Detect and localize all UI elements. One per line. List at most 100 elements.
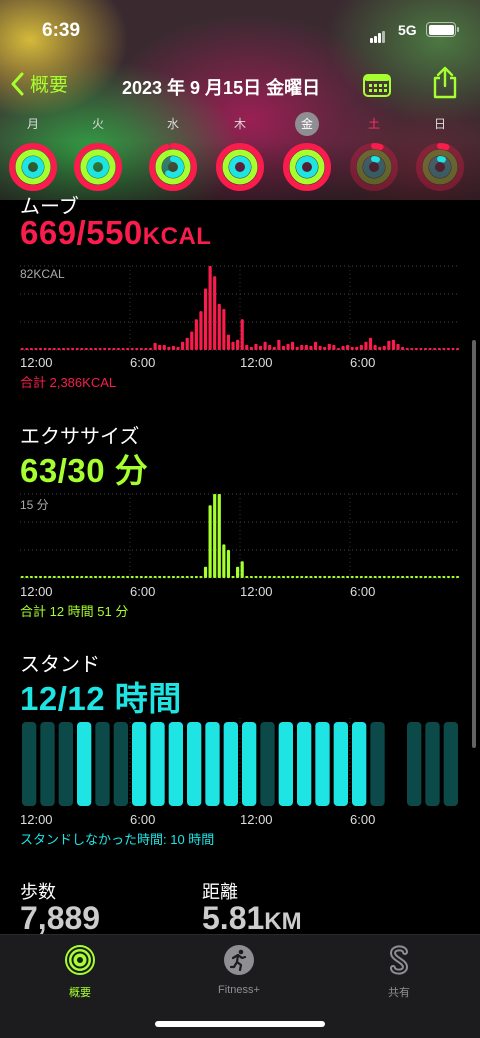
move-x-label: 6:00 [350,355,376,370]
chart-bar [258,345,263,350]
stand-x-label: 12:00 [240,812,273,827]
stand-hour-bar [77,722,92,806]
ring-arc [22,156,44,178]
chart-bar [130,576,134,578]
chart-bar [98,576,102,578]
chart-bar [291,576,295,578]
chart-bar [318,576,322,578]
exercise-value: 63/30 分 [20,444,148,492]
stand-value: 12/12 時間 [20,680,182,717]
day-sun[interactable]: 日 [410,112,470,192]
chart-bar [437,576,441,578]
chart-bar [304,344,308,350]
chart-bar [121,576,125,578]
back-button[interactable]: 概要 [10,70,68,97]
stand-hour-bar [223,722,238,806]
chart-bar [185,337,189,350]
week-selector: 月 火 水 木 金 土 日 [0,112,480,202]
chart-bar [20,347,24,350]
move-unit: KCAL [142,223,212,250]
chart-bar [158,344,162,350]
tab-fitness-plus[interactable]: Fitness+ [189,943,289,996]
chart-bar [327,576,331,578]
chart-bar [89,347,93,350]
day-fri[interactable]: 金 [277,112,337,192]
stand-hour-bar [187,722,202,806]
chart-bar [313,341,318,350]
chart-bar [213,494,217,578]
calendar-button[interactable] [362,72,392,103]
home-indicator[interactable] [155,1021,325,1027]
chart-bar [153,342,157,350]
chart-bar [336,576,341,578]
chart-bar [405,347,409,350]
chart-bar [231,341,235,350]
exercise-value-number: 63/30 [20,452,106,489]
day-tue[interactable]: 火 [68,112,128,192]
stand-note: スタンドしなかった時間: 10 時間 [20,832,215,847]
chart-bar [48,347,52,350]
stand-hour-bar-empty [443,722,458,806]
chart-bar [423,347,428,350]
chart-bar [355,576,359,578]
stand-hour-bar-empty [425,722,440,806]
chart-bar [359,576,363,578]
chart-bar [84,347,88,350]
chart-bar [75,576,79,578]
day-wed[interactable]: 水 [143,112,203,192]
chart-bar [34,576,38,578]
chart-bar [38,347,43,350]
scroll-indicator[interactable] [472,340,476,748]
chart-bar [249,346,253,350]
stand-hour-bar [132,722,147,806]
calendar-icon [363,74,391,97]
chart-bar [121,347,125,350]
chart-bar [38,576,43,578]
chart-bar [144,347,148,350]
chart-bar [231,576,235,578]
chart-bar [222,544,226,578]
day-label: 土 [367,117,380,131]
tab-sharing[interactable]: 共有 [349,943,449,1000]
chart-bar [401,346,405,350]
chart-bar [396,343,400,350]
chart-bar [236,339,240,350]
chart-bar [158,576,162,578]
chart-bar [254,576,258,578]
chart-bar [327,343,331,350]
stand-x-label: 12:00 [20,812,53,827]
chart-bar [116,576,121,578]
chart-bar [446,576,451,578]
chart-bar [203,288,208,350]
chart-bar [71,576,75,578]
tab-label: 共有 [388,987,410,999]
chart-bar [181,576,185,578]
chart-bar [309,345,313,350]
stand-hour-bar [333,722,348,806]
chart-bar [258,576,263,578]
chart-bar [332,576,336,578]
chart-bar [20,576,24,578]
day-label: 日 [433,117,446,131]
chart-bar [364,576,368,578]
day-sat[interactable]: 土 [344,112,404,192]
chart-bar [107,347,111,350]
share-icon [433,66,457,99]
chart-bar [313,576,318,578]
chart-bar [277,576,281,578]
chart-bar [263,341,267,350]
chart-bar [190,331,194,350]
chart-bar [419,347,423,350]
back-label: 概要 [30,75,69,96]
chart-bar [350,576,354,578]
tab-summary[interactable]: 概要 [30,943,130,1000]
day-mon[interactable]: 月 [3,112,63,192]
stand-hour-bar-empty [58,722,73,806]
page-title: 2023 年 9 月15日 金曜日 [122,78,321,98]
move-total: 合計 2,386KCAL [20,375,117,390]
chart-bar [222,309,226,350]
day-thu[interactable]: 木 [210,112,270,192]
chart-bar [410,347,414,350]
share-button[interactable] [432,66,458,105]
chart-bar [153,576,157,578]
